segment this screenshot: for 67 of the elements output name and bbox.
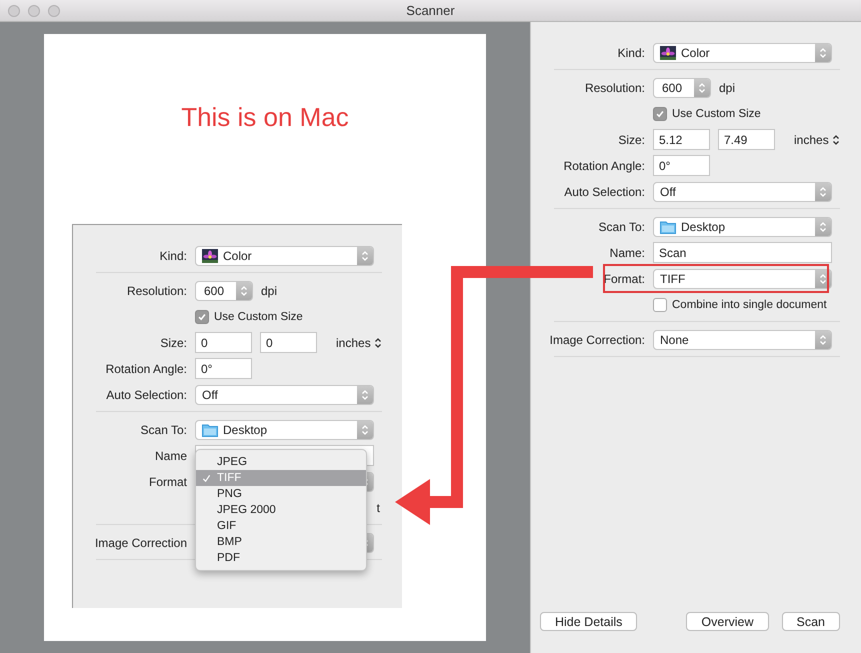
unit-label: inches: [336, 336, 371, 350]
text-field[interactable]: 0°: [195, 358, 252, 379]
popup-button[interactable]: Desktop: [195, 420, 374, 440]
menu-item[interactable]: PNG: [196, 486, 366, 502]
popup-button[interactable]: Color: [195, 246, 374, 266]
menu-item[interactable]: GIF: [196, 518, 366, 534]
field-label: Image Correction: [94, 536, 187, 550]
flower-icon: [202, 248, 218, 262]
window-control-icon[interactable]: [8, 5, 20, 17]
field-label: Scan To:: [140, 422, 187, 436]
height-field[interactable]: 0: [260, 332, 317, 353]
field-label: Kind:: [160, 248, 187, 262]
checkbox-label: Use Custom Size: [214, 310, 303, 322]
field-label: Image Correction:: [550, 332, 645, 346]
popup-button[interactable]: None: [653, 330, 832, 350]
number-stepper[interactable]: 600: [653, 78, 711, 98]
popup-button[interactable]: Off: [653, 182, 832, 202]
check-icon: [197, 312, 207, 322]
field-label: Resolution:: [126, 284, 187, 298]
width-field[interactable]: 0: [195, 332, 252, 353]
field-label: Rotation Angle:: [106, 362, 187, 376]
field-label: Size:: [618, 132, 645, 146]
flower-icon: [660, 46, 676, 60]
field-label: Name: [154, 448, 187, 462]
width-field[interactable]: 5.12: [653, 129, 710, 150]
popup-button[interactable]: Color: [653, 42, 832, 62]
field-label: Rotation Angle:: [564, 158, 645, 172]
number-stepper[interactable]: 600: [195, 280, 253, 300]
window-control-icon[interactable]: [48, 5, 60, 17]
checkbox[interactable]: [653, 106, 667, 120]
menu-item[interactable]: JPEG: [196, 454, 366, 470]
field-label: Resolution:: [584, 80, 645, 94]
field-label: Format: [148, 474, 187, 488]
checkbox[interactable]: [195, 310, 209, 324]
text-field[interactable]: Scan: [653, 242, 832, 263]
unit-label: inches: [794, 132, 829, 146]
checkbox[interactable]: [653, 298, 667, 312]
window-control-icon[interactable]: [28, 5, 40, 17]
window-title: Scanner: [406, 3, 455, 18]
text-field[interactable]: 0°: [653, 155, 710, 176]
folder-icon: [202, 422, 218, 436]
folder-icon: [660, 220, 676, 234]
push-button[interactable]: Hide Details: [540, 612, 638, 631]
popup-button[interactable]: Off: [195, 384, 374, 404]
checkbox-label: Use Custom Size: [672, 108, 761, 120]
field-label: Kind:: [618, 46, 645, 60]
menu-item[interactable]: BMP: [196, 534, 366, 550]
checkmark-icon: [202, 474, 211, 482]
field-label: Format:: [604, 272, 645, 286]
popup-button[interactable]: Desktop: [653, 216, 832, 236]
push-button[interactable]: Overview: [686, 612, 768, 631]
menu-item[interactable]: JPEG 2000: [196, 502, 366, 518]
field-label: Scan To:: [598, 220, 645, 234]
check-icon: [655, 108, 665, 118]
field-label: Size:: [160, 336, 187, 350]
preview-heading: This is on Mac: [180, 102, 350, 132]
menu-item[interactable]: PDF: [196, 550, 366, 566]
field-label: Auto Selection:: [106, 388, 187, 402]
unit-label: dpi: [261, 284, 278, 298]
height-field[interactable]: 7.49: [718, 129, 775, 150]
push-button[interactable]: Scan: [782, 612, 840, 631]
popup-button[interactable]: TIFF: [653, 268, 832, 288]
field-label: Auto Selection:: [564, 184, 645, 198]
label-fragment: t: [376, 500, 380, 514]
checkbox-label: Combine into single document: [672, 298, 827, 310]
unit-label: dpi: [719, 80, 736, 94]
field-label: Name:: [610, 246, 645, 260]
